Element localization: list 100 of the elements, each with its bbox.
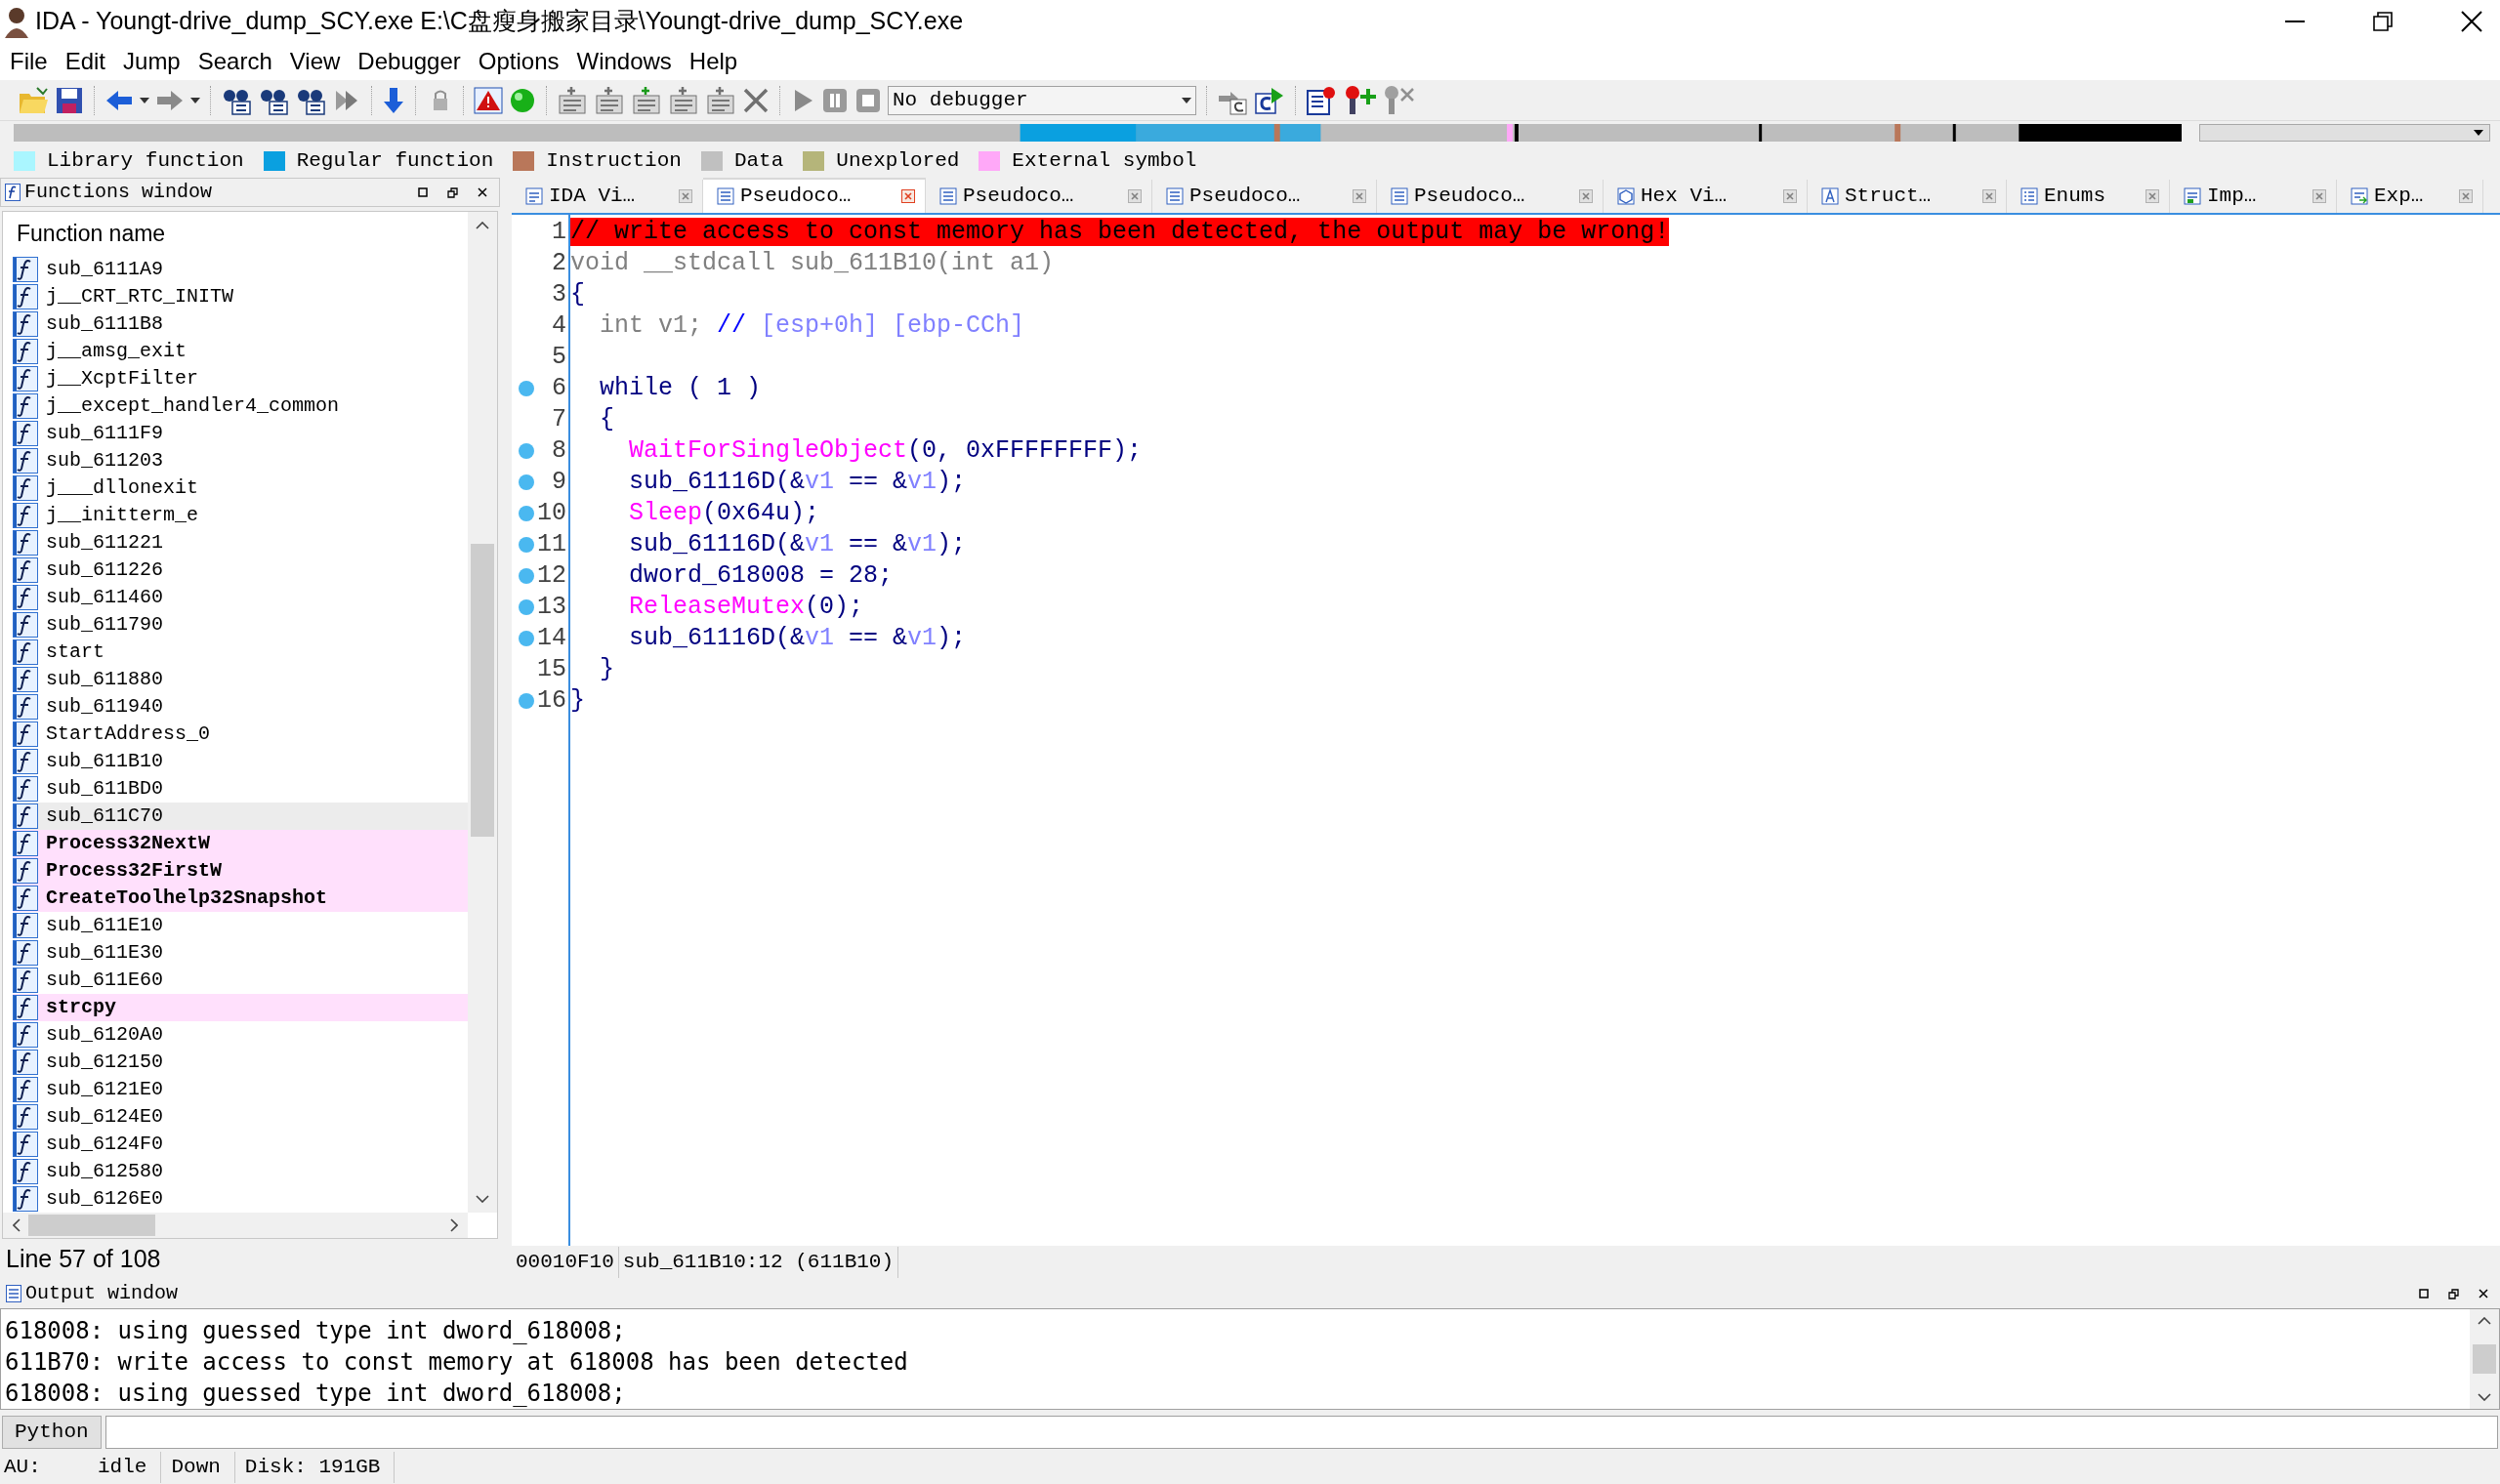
- breakpoint-remove-icon[interactable]: [1382, 84, 1415, 116]
- function-icon: [13, 694, 38, 720]
- tab-icon: [1617, 187, 1635, 205]
- code-block-icon[interactable]: [668, 85, 699, 115]
- horizontal-scrollbar[interactable]: [3, 1213, 468, 1238]
- tab-close-icon[interactable]: [2146, 189, 2159, 203]
- scroll-left-icon[interactable]: [13, 1218, 21, 1232]
- tab-close-icon[interactable]: [2312, 189, 2326, 203]
- scroll-thumb[interactable]: [2473, 1344, 2496, 1374]
- function-icon: [13, 995, 38, 1020]
- tab[interactable]: Pseudoco…: [703, 178, 926, 213]
- close-icon[interactable]: [478, 187, 487, 197]
- tab-close-icon[interactable]: [2459, 189, 2473, 203]
- status-light-icon[interactable]: [509, 86, 536, 114]
- breakpoint-list-icon[interactable]: [1306, 84, 1337, 116]
- caret-icon[interactable]: [190, 97, 200, 103]
- tab-close-icon[interactable]: [1982, 189, 1996, 203]
- scroll-right-icon[interactable]: [450, 1218, 458, 1232]
- save-icon[interactable]: [55, 85, 84, 115]
- legend-label: Data: [733, 148, 784, 175]
- vertical-scrollbar[interactable]: [468, 212, 497, 1213]
- down-arrow-icon[interactable]: [382, 85, 405, 115]
- scroll-thumb[interactable]: [28, 1215, 155, 1236]
- menu-item[interactable]: Options: [476, 44, 562, 79]
- code-block-icon[interactable]: [594, 85, 625, 115]
- function-row[interactable]: sub_611C70: [13, 803, 468, 830]
- scroll-thumb[interactable]: [471, 544, 494, 837]
- breakpoint-dot[interactable]: [518, 474, 535, 491]
- code-block-icon[interactable]: [631, 85, 662, 115]
- scroll-down-icon[interactable]: [476, 1195, 489, 1203]
- scroll-up-icon[interactable]: [2478, 1317, 2491, 1325]
- panel-title: Functions window: [24, 180, 213, 205]
- open-folder-icon[interactable]: [18, 85, 49, 115]
- python-button[interactable]: Python: [2, 1416, 102, 1449]
- menu-item[interactable]: File: [8, 44, 50, 79]
- back-arrow-icon[interactable]: [104, 88, 134, 112]
- stop-icon[interactable]: [854, 86, 882, 114]
- output-line: 618008: using guessed type int dword_618008;: [5, 1316, 627, 1344]
- legend-label: Unexplored: [836, 148, 960, 175]
- function-row[interactable]: CreateToolhelp32Snapshot: [13, 885, 468, 912]
- debugger-select[interactable]: No debugger: [888, 85, 1196, 115]
- column-header[interactable]: Function name: [17, 217, 166, 251]
- output-line: 618008: using guessed type int dword_618008;: [5, 1379, 627, 1407]
- scroll-down-icon[interactable]: [2478, 1393, 2491, 1401]
- menu-item[interactable]: Edit: [62, 44, 108, 79]
- function-window-icon: [5, 184, 21, 201]
- code-line: dword_618008 = 28;: [628, 560, 894, 593]
- menu-item[interactable]: Search: [195, 44, 274, 79]
- breakpoint-dot[interactable]: [518, 442, 535, 460]
- breakpoint-dot[interactable]: [518, 598, 535, 616]
- function-icon: [13, 366, 38, 392]
- breakpoint-dot[interactable]: [518, 536, 535, 554]
- maximize-icon[interactable]: [418, 187, 428, 197]
- legend-label: Library function: [47, 148, 244, 175]
- code-line: WaitForSingleObject(0, 0xFFFFFFFF);: [628, 435, 1143, 468]
- function-row[interactable]: strcpy: [13, 994, 468, 1021]
- tab-close-icon[interactable]: [1128, 189, 1142, 203]
- menu-item[interactable]: Debugger: [355, 44, 463, 79]
- function-row[interactable]: Process32FirstW: [13, 857, 468, 885]
- code-block-icon[interactable]: [705, 85, 736, 115]
- float-icon[interactable]: [2448, 1288, 2459, 1299]
- float-icon[interactable]: [447, 186, 458, 198]
- delete-x-icon[interactable]: [742, 86, 770, 114]
- legend-label: Regular function: [296, 148, 494, 175]
- code-line: Sleep(0x64u);: [628, 498, 820, 530]
- scroll-up-icon[interactable]: [476, 222, 489, 229]
- tab-close-icon[interactable]: [1783, 189, 1797, 203]
- tab-icon: [1821, 187, 1839, 205]
- caret-icon[interactable]: [140, 97, 149, 103]
- breakpoint-dot[interactable]: [518, 505, 535, 522]
- command-input[interactable]: [104, 1416, 2498, 1449]
- tab-close-icon[interactable]: [1579, 189, 1593, 203]
- maximize-icon[interactable]: [2419, 1289, 2429, 1298]
- close-icon[interactable]: [2479, 1289, 2488, 1298]
- tab-close-icon[interactable]: [679, 189, 692, 203]
- function-icon: [13, 284, 38, 309]
- warning-icon[interactable]: [474, 86, 503, 114]
- menu-item[interactable]: View: [287, 44, 343, 79]
- function-icon: [13, 503, 38, 528]
- output-line: 611B70: write access to const memory at 618008 has been detected: [5, 1347, 909, 1376]
- function-row[interactable]: Process32NextW: [13, 830, 468, 857]
- breakpoint-dot[interactable]: [518, 630, 535, 647]
- menu-item[interactable]: Help: [687, 44, 740, 79]
- restore-icon[interactable]: [2373, 12, 2393, 31]
- tab-close-icon[interactable]: [1353, 189, 1366, 203]
- pause-icon[interactable]: [821, 86, 849, 114]
- c-play-icon[interactable]: [1254, 85, 1285, 115]
- line-number: 9: [552, 467, 566, 499]
- code-block-icon[interactable]: [557, 85, 588, 115]
- close-icon[interactable]: [2461, 11, 2482, 32]
- forward-arrow-icon[interactable]: [155, 88, 185, 112]
- vertical-scrollbar[interactable]: [2470, 1309, 2499, 1409]
- legend-label: External symbol: [1012, 148, 1197, 175]
- breakpoint-dot[interactable]: [518, 692, 535, 710]
- menu-item[interactable]: Windows: [574, 44, 674, 79]
- breakpoint-dot[interactable]: [518, 380, 535, 397]
- tab-close-icon[interactable]: [901, 189, 915, 203]
- menu-item[interactable]: Jump: [121, 44, 183, 79]
- breakpoint-add-icon[interactable]: [1343, 84, 1376, 116]
- breakpoint-dot[interactable]: [518, 567, 535, 585]
